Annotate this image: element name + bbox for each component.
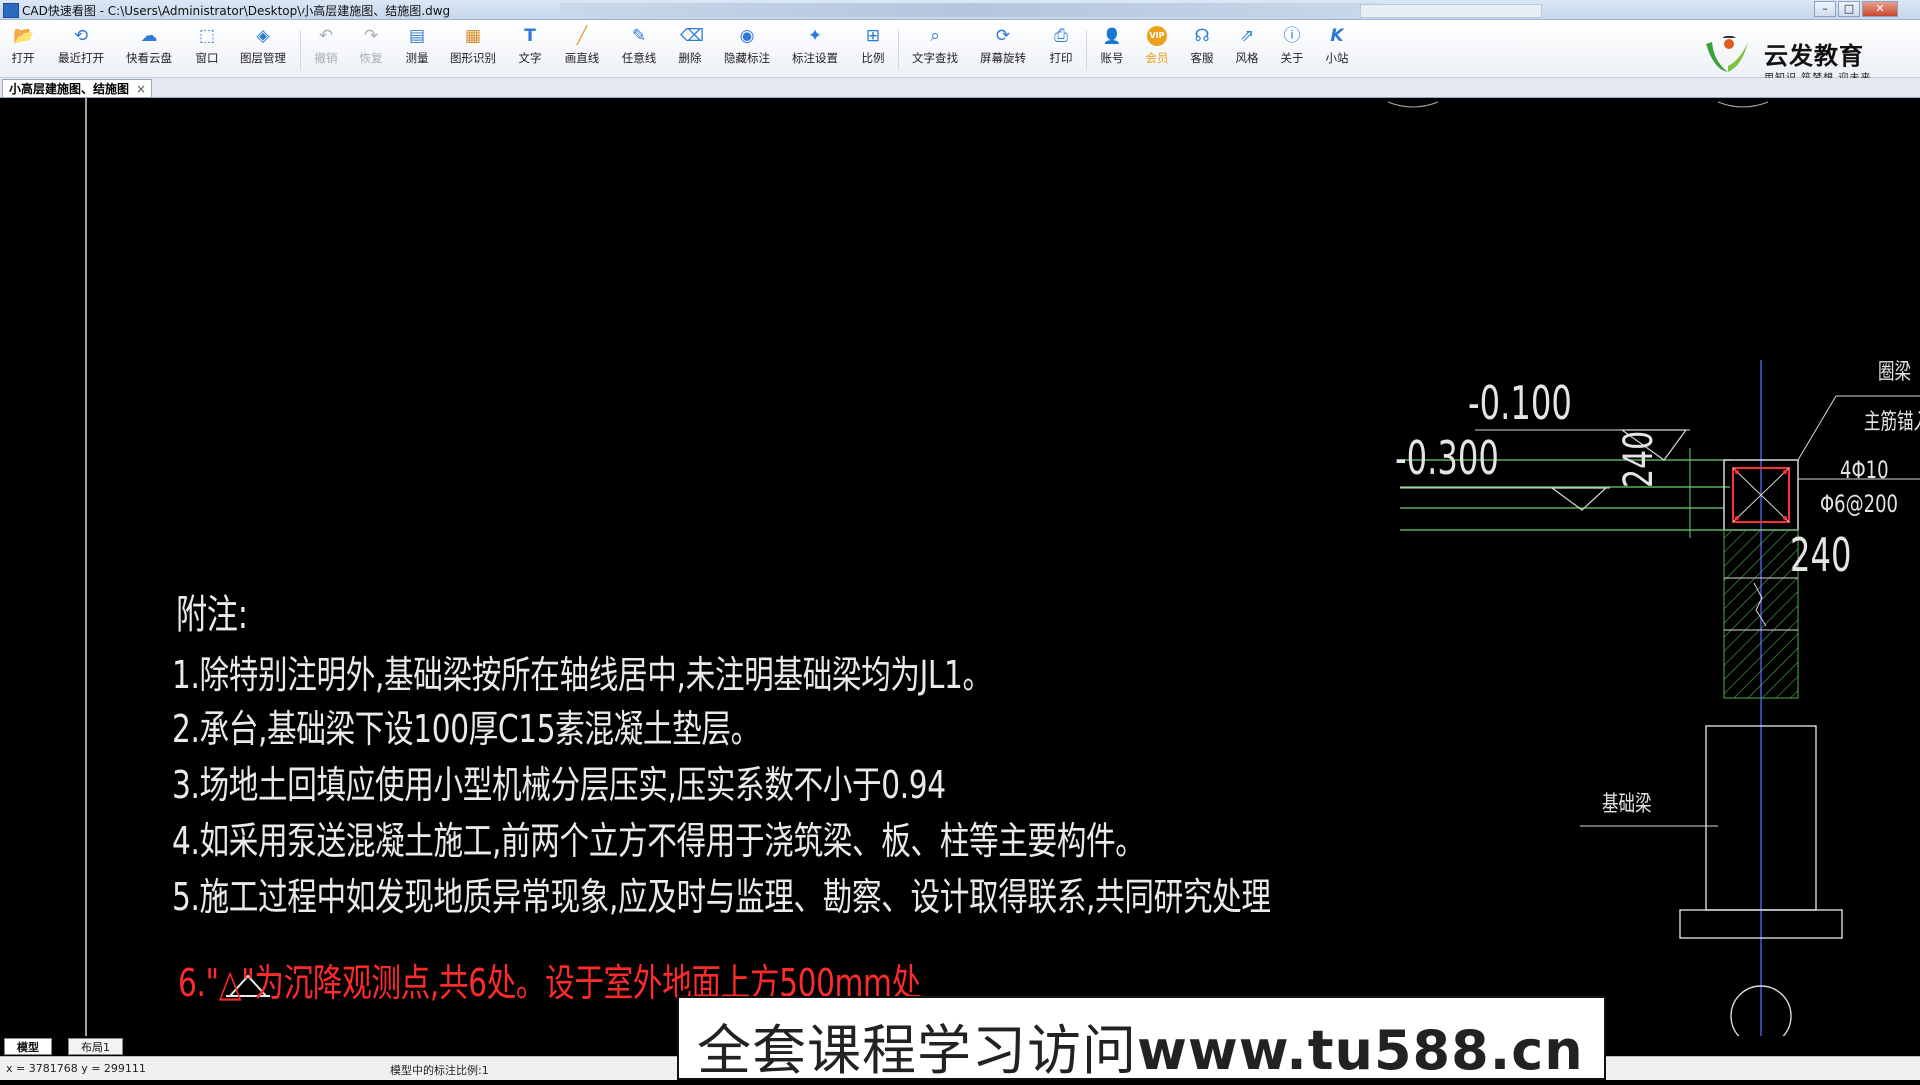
note-item: 4.如采用泵送混凝土施工,前两个立方不得用于浇筑梁、板、柱等主要构件。	[172, 819, 1145, 863]
note-item: 3.场地土回填应使用小型机械分层压实,压实系数不小于0.94	[172, 763, 946, 807]
document-tab-strip: 小高层建施图、结施图 ×	[0, 78, 1920, 98]
settings-icon: ✦	[807, 26, 823, 46]
blurred-input	[1360, 4, 1542, 18]
style-icon: ⇗	[1239, 26, 1255, 46]
text-icon: T	[524, 26, 536, 46]
layers-icon: ◈	[256, 26, 270, 46]
watermark-prefix: 全套课程学习访问	[697, 1019, 1137, 1082]
title-bar: CAD快速看图 - C:\Users\Administrator\Desktop…	[0, 0, 1920, 20]
window-button[interactable]: ⬚ 窗口	[192, 26, 222, 74]
cloud-icon: ☁	[140, 26, 158, 46]
notes-heading: 附注:	[176, 592, 248, 638]
undo-icon: ↶	[318, 26, 334, 46]
document-tab[interactable]: 小高层建施图、结施图 ×	[2, 79, 153, 98]
eraser-icon: ⌫	[680, 26, 705, 46]
logo-mark-icon	[1706, 36, 1748, 72]
toolbar-divider	[898, 30, 899, 70]
window-icon: ⬚	[198, 26, 216, 46]
pen-icon: ✎	[631, 26, 647, 46]
search-icon: ⌕	[930, 26, 940, 46]
vip-button[interactable]: VIP 会员	[1142, 26, 1172, 74]
measure-button[interactable]: ▤ 测量	[402, 26, 432, 74]
watermark-url: www.tu588.cn	[1137, 1019, 1584, 1082]
annotation-scale: 模型中的标注比例:1	[390, 1064, 489, 1077]
printer-icon: ⎙	[1054, 26, 1068, 46]
freehand-line-button[interactable]: ✎ 任意线	[619, 26, 659, 74]
delete-button[interactable]: ⌫ 删除	[675, 26, 705, 74]
elevation-label: -0.300	[1395, 431, 1499, 485]
maximize-button[interactable]: □	[1838, 1, 1860, 17]
close-tab-icon[interactable]: ×	[136, 80, 146, 98]
about-button[interactable]: ⓘ 关于	[1277, 26, 1307, 74]
note-item: 1.除特别注明外,基础梁按所在轴线居中,未注明基础梁均为JL1。	[172, 653, 992, 697]
headset-icon: ☊	[1194, 26, 1210, 46]
drawing-canvas[interactable]: -0.100 -0.300 240 240 圈梁 主筋锚入 4Φ10 Φ6@20…	[0, 98, 1920, 1036]
elevation-label: -0.100	[1468, 376, 1572, 430]
customer-service-button[interactable]: ☊ 客服	[1187, 26, 1217, 74]
close-button[interactable]: ✕	[1862, 1, 1898, 17]
user-icon: 👤	[1102, 27, 1122, 45]
main-toolbar: 📂 打开 ⟲ 最近打开 ☁ 快看云盘 ⬚ 窗口 ◈ 图层管理 ↶ 撤销 ↷ 恢复…	[0, 20, 1920, 78]
blurred-title-area	[560, 3, 1380, 17]
info-icon: ⓘ	[1283, 26, 1301, 46]
style-button[interactable]: ⇗ 风格	[1232, 26, 1262, 74]
redo-button[interactable]: ↷ 恢复	[356, 26, 386, 74]
document-tab-label: 小高层建施图、结施图	[9, 82, 130, 96]
cloud-disk-button[interactable]: ☁ 快看云盘	[122, 26, 176, 74]
ruler-icon: ▤	[408, 26, 426, 46]
note-item: 2.承台,基础梁下设100厚C15素混凝土垫层。	[172, 707, 760, 751]
folder-icon: 📂	[13, 26, 35, 46]
toolbar-divider	[300, 30, 301, 70]
rotate-icon: ⟳	[995, 26, 1011, 46]
stirrup-label: Φ6@200	[1820, 490, 1898, 518]
rebar-label: 4Φ10	[1840, 456, 1889, 484]
redo-icon: ↷	[363, 26, 379, 46]
window-title: CAD快速看图 - C:\Users\Administrator\Desktop…	[22, 4, 451, 18]
minimize-button[interactable]: –	[1814, 1, 1836, 17]
vip-icon: VIP	[1147, 26, 1167, 46]
text-button[interactable]: T 文字	[515, 26, 545, 74]
brand-logo: 云发教育 用知识 筑梦想 迎未来	[1700, 24, 1910, 84]
draw-line-button[interactable]: ╱ 画直线	[562, 26, 602, 74]
k-icon: K	[1330, 26, 1344, 46]
hide-annotation-button[interactable]: ◉ 隐藏标注	[720, 26, 774, 74]
logo-name: 云发教育	[1764, 42, 1864, 70]
line-icon: ╱	[576, 26, 588, 46]
history-icon: ⟲	[73, 26, 89, 46]
dimension-label: 240	[1790, 528, 1852, 582]
layer-manager-button[interactable]: ◈ 图层管理	[236, 26, 290, 74]
cursor-coordinates: x = 3781768 y = 299111	[6, 1062, 146, 1075]
eye-icon: ◉	[739, 26, 755, 46]
print-button[interactable]: ⎙ 打印	[1046, 26, 1076, 74]
app-icon	[3, 3, 19, 18]
note-item: 5.施工过程中如发现地质异常现象,应及时与监理、勘察、设计取得联系,共同研究处理	[172, 875, 1271, 919]
ring-beam-label: 圈梁	[1878, 360, 1912, 385]
shape-recognition-button[interactable]: ▦ 图形识别	[446, 26, 500, 74]
mini-site-button[interactable]: K 小站	[1322, 26, 1352, 74]
main-bar-label: 主筋锚入	[1864, 410, 1920, 435]
watermark-banner: 全套课程学习访问www.tu588.cn	[677, 996, 1606, 1082]
tab-model[interactable]: 模型	[4, 1038, 52, 1055]
dimension-label: 240	[1616, 430, 1662, 488]
tab-layout1[interactable]: 布局1	[68, 1038, 123, 1055]
undo-button[interactable]: ↶ 撤销	[311, 26, 341, 74]
toolbar-divider	[1086, 30, 1087, 70]
foundation-beam-label: 基础梁	[1602, 792, 1652, 817]
screen-rotate-button[interactable]: ⟳ 屏幕旋转	[976, 26, 1030, 74]
scale-icon: ⊞	[865, 26, 881, 46]
shape-icon: ▦	[464, 26, 482, 46]
scale-button[interactable]: ⊞ 比例	[858, 26, 888, 74]
text-search-button[interactable]: ⌕ 文字查找	[908, 26, 962, 74]
recent-open-button[interactable]: ⟲ 最近打开	[54, 26, 108, 74]
open-button[interactable]: 📂 打开	[8, 26, 38, 74]
account-button[interactable]: 👤 账号	[1097, 26, 1127, 74]
annotation-settings-button[interactable]: ✦ 标注设置	[788, 26, 842, 74]
